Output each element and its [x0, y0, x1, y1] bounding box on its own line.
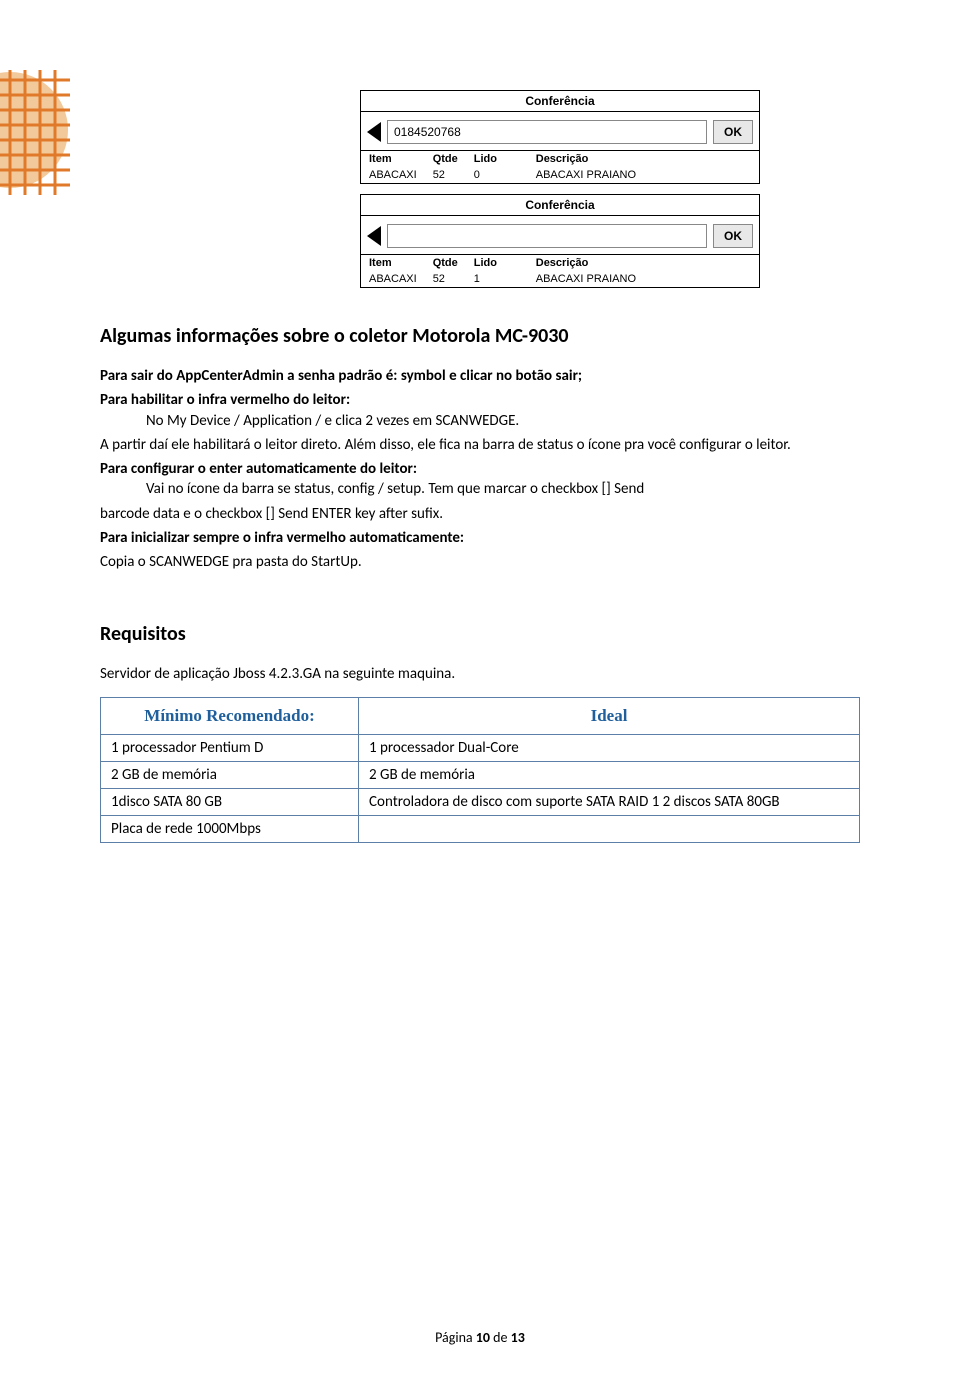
paragraph: Para sair do AppCenterAdmin a senha padr… [100, 366, 860, 386]
table-row: Placa de rede 1000Mbps [101, 815, 860, 842]
panel-title: Conferência [361, 195, 759, 216]
table-row: ABACAXI 52 1 ABACAXI PRAIANO [361, 271, 759, 287]
paragraph: A partir daí ele habilitará o leitor dir… [100, 435, 860, 455]
table-header-row: Item Qtde Lido Descrição [361, 255, 759, 271]
barcode-input[interactable] [387, 120, 707, 144]
col-descricao: Descrição [506, 255, 759, 271]
globe-logo-icon [0, 60, 90, 200]
table-header-row: Mínimo Recomendado: Ideal [101, 697, 860, 734]
indented-text: Vai no ícone da barra se status, config … [146, 479, 860, 499]
section-heading-info: Algumas informações sobre o coletor Moto… [100, 324, 860, 348]
page-footer: Página 10 de 13 [0, 1329, 960, 1346]
col-item: Item [361, 151, 425, 167]
table-header-row: Item Qtde Lido Descrição [361, 151, 759, 167]
back-arrow-icon[interactable] [367, 122, 381, 142]
paragraph: barcode data e o checkbox [] Send ENTER … [100, 504, 860, 524]
back-arrow-icon[interactable] [367, 226, 381, 246]
barcode-input[interactable] [387, 224, 707, 248]
paragraph: Para inicializar sempre o infra vermelho… [100, 528, 860, 548]
col-item: Item [361, 255, 425, 271]
table-row: 1disco SATA 80 GB Controladora de disco … [101, 788, 860, 815]
table-row: ABACAXI 52 0 ABACAXI PRAIANO [361, 167, 759, 183]
col-minimo: Mínimo Recomendado: [101, 697, 359, 734]
col-lido: Lido [466, 151, 506, 167]
conferencia-panel-2: Conferência OK Item Qtde Lido Descrição … [360, 194, 760, 288]
section-heading-requisitos: Requisitos [100, 622, 860, 646]
page-total: 13 [511, 1329, 525, 1346]
ok-button[interactable]: OK [713, 224, 753, 248]
table-row: 1 processador Pentium D 1 processador Du… [101, 734, 860, 761]
table-row: 2 GB de memória 2 GB de memória [101, 761, 860, 788]
footer-mid: de [490, 1329, 511, 1346]
paragraph: Para habilitar o infra vermelho do leito… [100, 390, 860, 431]
bold-line: Para sair do AppCenterAdmin a senha padr… [100, 367, 582, 385]
ok-button[interactable]: OK [713, 120, 753, 144]
col-lido: Lido [466, 255, 506, 271]
req-intro-text: Servidor de aplicação Jboss 4.2.3.GA na … [100, 664, 860, 684]
paragraph: Para configurar o enter automaticamente … [100, 459, 860, 500]
requirements-table: Mínimo Recomendado: Ideal 1 processador … [100, 697, 860, 843]
bold-line: Para configurar o enter automaticamente … [100, 460, 417, 478]
bold-line: Para habilitar o infra vermelho do leito… [100, 391, 350, 409]
col-ideal: Ideal [359, 697, 860, 734]
conferencia-panel-1: Conferência OK Item Qtde Lido Descrição … [360, 90, 760, 184]
conferencia-screenshots: Conferência OK Item Qtde Lido Descrição … [360, 90, 860, 288]
panel-title: Conferência [361, 91, 759, 112]
page-number: 10 [476, 1329, 490, 1346]
col-qtde: Qtde [425, 255, 466, 271]
paragraph: Copia o SCANWEDGE pra pasta do StartUp. [100, 552, 860, 572]
col-qtde: Qtde [425, 151, 466, 167]
footer-prefix: Página [435, 1329, 476, 1346]
indented-text: No My Device / Application / e clica 2 v… [146, 411, 860, 431]
col-descricao: Descrição [506, 151, 759, 167]
bold-line: Para inicializar sempre o infra vermelho… [100, 529, 464, 547]
